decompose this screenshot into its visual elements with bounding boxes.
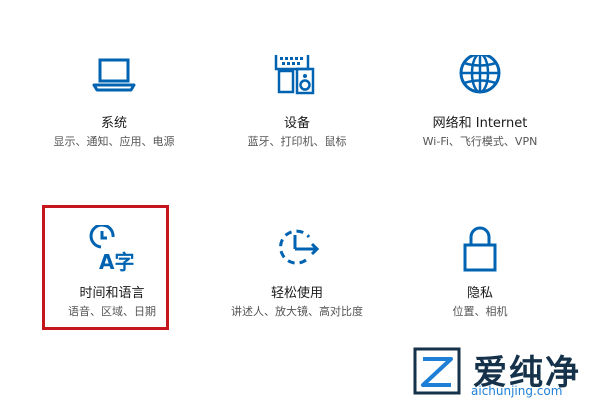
time-icon-glyph: A字 xyxy=(99,250,134,274)
tile-system[interactable]: 系统 显示、通知、应用、电源 xyxy=(44,55,184,165)
tile-time-language-title: 时间和语言 xyxy=(79,286,145,301)
tile-privacy-title: 隐私 xyxy=(466,286,493,301)
tile-privacy-desc: 位置、相机 xyxy=(452,305,508,318)
time-language-icon: A字 xyxy=(89,225,134,274)
tile-network-title: 网络和 Internet xyxy=(432,116,528,131)
watermark-logo xyxy=(413,347,461,395)
tile-devices-title: 设备 xyxy=(283,116,310,131)
ease-of-access-icon xyxy=(279,229,320,265)
laptop-icon xyxy=(92,58,136,92)
settings-page: 系统 显示、通知、应用、电源 设备 蓝牙、打印机、鼠标 网络和 Internet… xyxy=(0,0,600,400)
keyboard-speaker-icon xyxy=(274,55,315,95)
tile-system-title: 系统 xyxy=(100,116,127,131)
lock-icon xyxy=(463,226,497,272)
watermark: 爱纯净 aichunjing.com xyxy=(405,343,600,400)
tile-ease-of-access-title: 轻松使用 xyxy=(270,286,323,301)
tile-time-language[interactable]: A字 时间和语言 语音、区域、日期 xyxy=(42,225,182,335)
tile-network[interactable]: 网络和 Internet Wi-Fi、飞行模式、VPN xyxy=(410,55,550,165)
tile-ease-of-access-desc: 讲述人、放大镜、高对比度 xyxy=(231,305,363,318)
globe-icon xyxy=(459,55,501,94)
tile-time-language-desc: 语音、区域、日期 xyxy=(68,305,156,318)
watermark-url: aichunjing.com xyxy=(471,384,563,398)
tile-network-desc: Wi-Fi、飞行模式、VPN xyxy=(422,135,538,148)
tile-system-desc: 显示、通知、应用、电源 xyxy=(53,135,175,148)
tile-privacy[interactable]: 隐私 位置、相机 xyxy=(410,225,550,335)
tile-devices-desc: 蓝牙、打印机、鼠标 xyxy=(247,135,347,148)
tile-devices[interactable]: 设备 蓝牙、打印机、鼠标 xyxy=(227,55,367,165)
tile-ease-of-access[interactable]: 轻松使用 讲述人、放大镜、高对比度 xyxy=(227,225,367,335)
